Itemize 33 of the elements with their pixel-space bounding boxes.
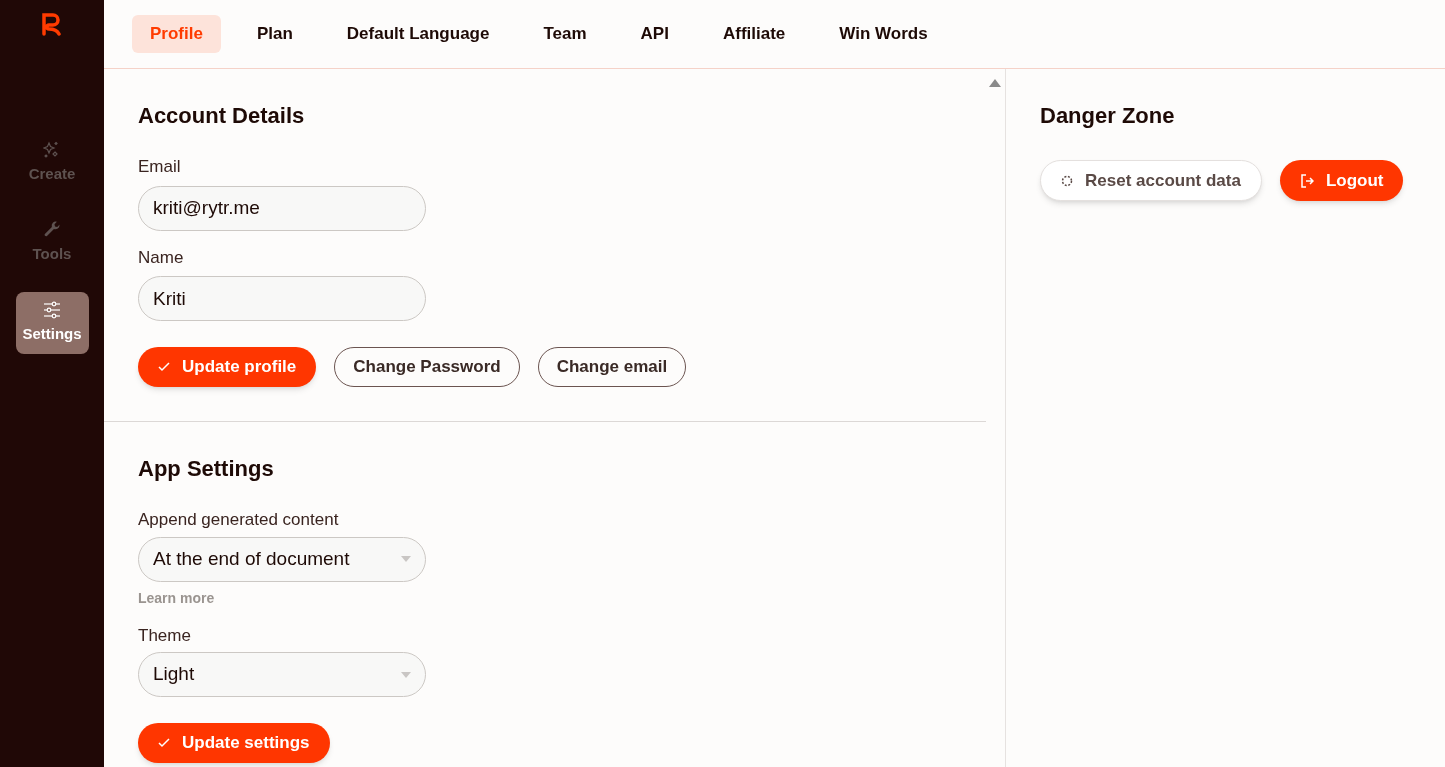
tab[interactable]: Default Language <box>328 15 508 53</box>
tab[interactable]: API <box>622 15 687 53</box>
logo-icon <box>41 12 63 36</box>
input-field[interactable]: kriti@rytr.me <box>138 185 426 231</box>
sparkles-icon <box>43 140 61 159</box>
field-label: Theme <box>138 624 192 647</box>
section-title: Account Details <box>138 102 306 130</box>
section-title: Danger Zone <box>1040 102 1176 130</box>
tab[interactable]: Team <box>525 15 605 53</box>
caret-icon <box>401 671 411 678</box>
scroll-up-icon[interactable] <box>989 79 1001 87</box>
check-icon <box>158 738 170 748</box>
tab[interactable]: Win Words <box>821 15 946 53</box>
sidebar-item[interactable]: Settings <box>15 292 89 354</box>
logout-button[interactable]: Logout <box>1279 160 1404 201</box>
update-profile-button[interactable]: Update profile <box>138 347 317 387</box>
update-settings-button[interactable]: Update settings <box>138 723 330 763</box>
input-field[interactable]: Kriti <box>138 276 426 321</box>
check-icon <box>158 362 170 372</box>
field-label: Append generated content <box>138 509 340 531</box>
tab[interactable]: Plan <box>238 15 311 53</box>
tab[interactable]: Affiliate <box>704 15 804 53</box>
field-label: Name <box>138 246 185 269</box>
select-field[interactable]: Light <box>138 652 426 697</box>
caret-icon <box>401 556 411 562</box>
field-label: Email <box>138 156 182 178</box>
section-title: App Settings <box>138 455 275 483</box>
select-field[interactable]: At the end of document <box>138 536 426 582</box>
reset-icon <box>1061 174 1073 187</box>
logout-icon <box>1299 173 1314 188</box>
sliders-icon <box>43 300 61 319</box>
reset-button[interactable]: Reset account data <box>1040 160 1262 201</box>
wrench-icon <box>43 220 61 239</box>
